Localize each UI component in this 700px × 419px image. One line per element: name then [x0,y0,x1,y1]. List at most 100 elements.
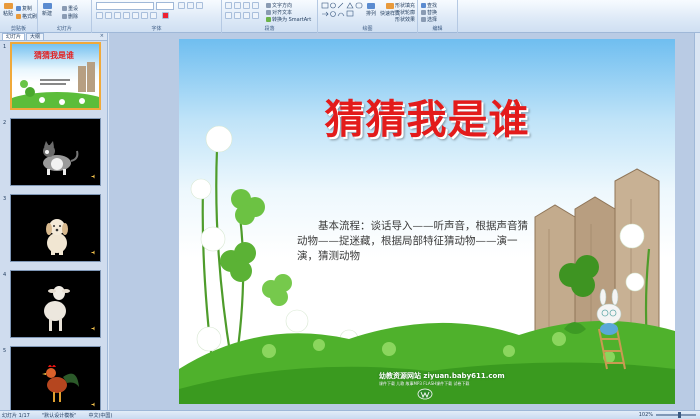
align-center-button[interactable] [234,12,241,19]
change-case-button[interactable] [150,12,157,19]
align-right-button[interactable] [243,12,250,19]
pane-tabs: 幻灯片 大纲 × [0,33,107,41]
shape-fill-button[interactable]: 形状填充 [395,2,415,9]
shadow-button[interactable] [132,12,139,19]
slide-thumbnail-1[interactable]: 猜猜我是谁 [10,42,101,110]
numbering-button[interactable] [234,2,241,9]
brand-logo-icon [417,388,433,400]
slides-group-label: 幻灯片 [56,26,72,32]
italic-button[interactable] [105,12,112,19]
slide-thumbnail-2[interactable] [10,118,101,186]
slide-number: 3 [3,196,7,202]
grow-font-button[interactable] [178,2,185,9]
text-direction-button[interactable]: 文字方向 [266,2,292,9]
clover-scene-thumbnail [12,62,99,108]
sound-icon[interactable] [91,174,96,179]
delete-icon [62,13,67,19]
find-button[interactable]: 查找 [421,2,437,9]
shape-outline-button[interactable]: 形状轮廓 [395,9,415,16]
slides-pane: 幻灯片 大纲 × 1 猜猜我是谁 2 3 4 5 [0,33,108,410]
slide-number: 2 [3,120,7,126]
shape-effects-button[interactable]: 形状效果 [395,16,415,23]
language: 中文(中国) [88,412,113,419]
underline-button[interactable] [114,12,121,19]
copy-button[interactable]: 复制 [16,5,32,12]
smartart-button[interactable]: 转换为 SmartArt [266,16,311,23]
reset-button[interactable]: 重设 [62,5,78,12]
slide-number: 1 [3,44,7,50]
justify-button[interactable] [252,12,259,19]
replace-button[interactable]: 替换 [421,9,437,16]
arrange-button[interactable]: 排列 [366,3,376,17]
align-left-button[interactable] [225,12,232,19]
slide-body-text[interactable]: 基本流程：谈话导入——听声音，根据声音猜动物——捉迷藏，根据局部特征猜动物——演… [297,219,532,264]
font-color-button[interactable] [162,12,169,19]
close-pane-icon[interactable]: × [100,33,104,40]
thumbnail-row: 5 [0,346,108,410]
increase-indent-button[interactable] [252,2,259,9]
slide-count: 幻灯片 1/17 [2,412,30,419]
paste-button[interactable]: 粘贴 [3,3,13,17]
wooden-fence [534,168,660,348]
copy-icon [16,5,21,11]
ribbon-group-drawing: 排列 快速样式 形状填充 形状轮廓 形状效果 绘图 [318,0,418,33]
font-size-box[interactable] [156,2,174,10]
rooster-icon [42,365,79,402]
zoom-control: 102% [639,412,696,418]
bold-button[interactable] [96,12,103,19]
tab-slides[interactable]: 幻灯片 [2,33,26,40]
slide-number: 4 [3,272,7,278]
quick-styles-icon [386,3,394,9]
sound-icon[interactable] [91,402,96,407]
decrease-indent-button[interactable] [243,2,250,9]
slide-thumbnail-5[interactable] [10,346,101,410]
select-button[interactable]: 选择 [421,16,437,23]
thumbnail-row: 2 [0,118,108,188]
puppy-icon [46,219,68,255]
brush-icon [16,13,21,19]
zoom-slider-thumb[interactable] [678,412,681,418]
sound-icon[interactable] [91,326,96,331]
cat-icon [43,141,79,175]
char-spacing-button[interactable] [141,12,148,19]
align-text-button[interactable]: 对齐文本 [266,9,292,16]
brand-text: 幼教资源网站 ziyuan.baby611.com [379,372,505,380]
zoom-level[interactable]: 102% [639,412,653,418]
ribbon-group-slides: 新建 重设 删除 幻灯片 [38,0,92,33]
align-text-icon [266,9,271,15]
thumbnail-row: 3 [0,194,108,264]
drawing-group-label: 绘图 [362,26,373,32]
format-painter-button[interactable]: 格式刷 [16,13,37,20]
strikethrough-button[interactable] [123,12,130,19]
thumbnail-list: 1 猜猜我是谁 2 3 4 5 [0,42,108,410]
ribbon: 粘贴 复制 格式刷 剪贴板 新建 重设 删除 幻灯片 字体 文字方向 对齐文本 … [0,0,700,33]
editing-group-label: 编辑 [432,26,443,32]
slide-editing-area: 猜猜我是谁 基本流程：谈话导入——听声音，根据声音猜动物——捉迷藏，根据局部特征… [109,33,700,410]
text-direction-icon [266,2,271,8]
tab-outline[interactable]: 大纲 [26,33,45,40]
smartart-icon [266,16,271,22]
paste-icon [3,3,13,9]
current-slide[interactable]: 猜猜我是谁 基本流程：谈话导入——听声音，根据声音猜动物——捉迷藏，根据局部特征… [179,39,675,404]
delete-slide-button[interactable]: 删除 [62,13,78,20]
clear-format-button[interactable] [196,2,203,9]
font-group-label: 字体 [151,26,162,32]
slide-thumbnail-4[interactable] [10,270,101,338]
shrink-font-button[interactable] [187,2,194,9]
ribbon-group-clipboard: 粘贴 复制 格式刷 剪贴板 [0,0,38,33]
zoom-slider[interactable] [656,412,696,418]
clipboard-group-label: 剪贴板 [10,26,26,32]
new-slide-button[interactable]: 新建 [42,3,52,17]
sound-icon[interactable] [91,250,96,255]
slide-number: 5 [3,348,7,354]
cursor-icon [421,16,426,22]
replace-icon [421,9,426,15]
bullets-button[interactable] [225,2,232,9]
font-name-box[interactable] [96,2,154,10]
slide-title[interactable]: 猜猜我是谁 [179,87,675,145]
shapes-gallery[interactable] [321,2,363,20]
slide-thumbnail-3[interactable] [10,194,101,262]
paragraph-group-label: 段落 [264,26,275,32]
theme-name: "默认设计模板" [41,412,77,419]
vertical-scrollbar[interactable] [694,33,700,410]
